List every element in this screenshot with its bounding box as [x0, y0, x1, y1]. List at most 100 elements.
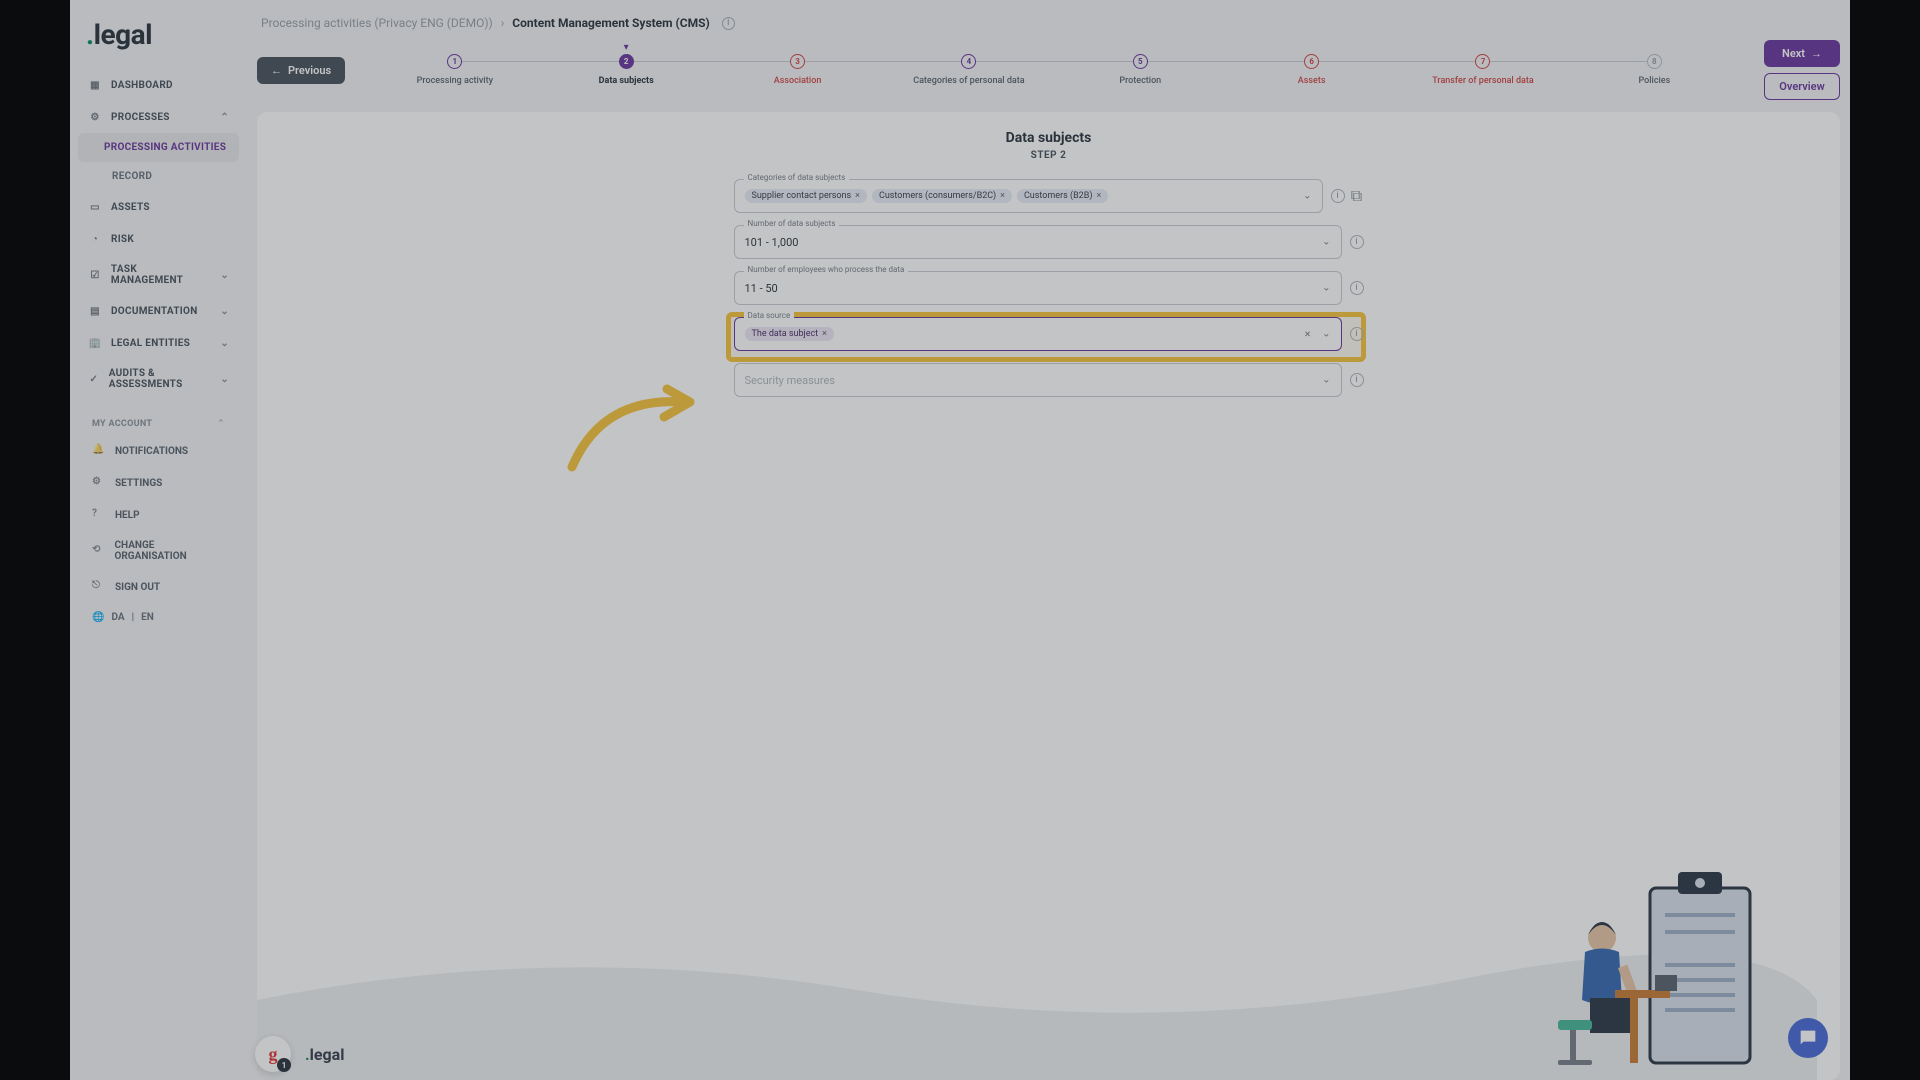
info-icon[interactable]: i — [1331, 189, 1345, 203]
chevron-down-icon[interactable]: ⌄ — [1322, 329, 1330, 340]
chevron-down-icon: ⌄ — [220, 338, 229, 349]
field-label-categories: Categories of data subjects — [744, 173, 850, 182]
nav-processing-activities[interactable]: PROCESSING ACTIVITIES — [78, 133, 239, 162]
info-icon[interactable]: i — [1350, 327, 1364, 341]
footer: g 1 .legal — [255, 1036, 1850, 1072]
dashboard-icon: ▦ — [88, 78, 102, 92]
step-5[interactable]: 5 Protection — [1055, 54, 1226, 86]
tasks-icon: ☑ — [88, 268, 102, 282]
step-8[interactable]: 8 Policies — [1569, 54, 1740, 86]
step-3[interactable]: 3 Association — [712, 54, 883, 86]
arrow-right-icon: → — [1811, 47, 1822, 60]
help-icon: ? — [92, 508, 106, 522]
breadcrumb: Processing activities (Privacy ENG (DEMO… — [257, 10, 1840, 40]
chip-supplier[interactable]: Supplier contact persons× — [745, 189, 867, 203]
nav-processes[interactable]: ⚙ PROCESSES ⌃ — [78, 101, 239, 133]
audits-icon: ✓ — [88, 372, 100, 386]
chevron-down-icon: ⌄ — [220, 374, 229, 385]
chevron-up-icon: ⌃ — [220, 112, 229, 123]
signout-icon: ⎋ — [92, 580, 106, 594]
form-subtitle: STEP 2 — [257, 150, 1840, 161]
risk-icon: ◔ — [88, 232, 102, 246]
nav-notifications[interactable]: 🔔 NOTIFICATIONS — [84, 435, 233, 467]
chip-remove-icon[interactable]: × — [822, 329, 827, 339]
chevron-down-icon[interactable]: ⌄ — [1322, 375, 1330, 386]
step-7[interactable]: 7 Transfer of personal data — [1397, 54, 1568, 86]
breadcrumb-current: Content Management System (CMS) — [512, 16, 709, 30]
step-2[interactable]: ▾ 2 Data subjects — [541, 54, 712, 86]
arrow-left-icon: ← — [271, 64, 282, 77]
switch-icon: ⟲ — [92, 544, 106, 558]
sidebar: .legal ▦ DASHBOARD ⚙ PROCESSES ⌃ PROCESS… — [70, 0, 247, 1080]
chip-remove-icon[interactable]: × — [1000, 191, 1005, 201]
step-6[interactable]: 6 Assets — [1226, 54, 1397, 86]
previous-button[interactable]: ← Previous — [257, 57, 345, 84]
chip-remove-icon[interactable]: × — [855, 191, 860, 201]
nav-legal-entities[interactable]: 🏢 LEGAL ENTITIES ⌄ — [78, 327, 239, 359]
chevron-down-icon[interactable]: ⌄ — [1322, 237, 1330, 248]
info-icon[interactable]: i — [722, 17, 735, 30]
account-section: MY ACCOUNT ⌃ 🔔 NOTIFICATIONS ⚙ SETTINGS … — [78, 407, 239, 638]
account-header: MY ACCOUNT — [92, 419, 152, 429]
nav-change-org[interactable]: ⟲ CHANGE ORGANISATION — [84, 531, 233, 571]
nav-record[interactable]: RECORD — [78, 162, 239, 191]
step-4[interactable]: 4 Categories of personal data — [883, 54, 1054, 86]
chevron-right-icon: › — [501, 16, 505, 30]
num-employees-select[interactable]: 11 - 50 ⌄ — [734, 271, 1342, 305]
chevron-down-icon[interactable]: ⌄ — [1322, 283, 1330, 294]
chip-b2b[interactable]: Customers (B2B)× — [1017, 189, 1108, 203]
footer-badge[interactable]: g 1 — [255, 1036, 291, 1072]
chevron-down-icon[interactable]: ⌄ — [1303, 191, 1311, 202]
language-switch[interactable]: 🌐 DA | EN — [84, 603, 233, 632]
nav-audits[interactable]: ✓ AUDITS & ASSESSMENTS ⌄ — [78, 359, 239, 399]
next-button[interactable]: Next → — [1764, 40, 1840, 67]
chat-button[interactable] — [1788, 1018, 1828, 1058]
nav-risk[interactable]: ◔ RISK — [78, 223, 239, 255]
step-1[interactable]: 1 Processing activity — [369, 54, 540, 86]
main-content: Processing activities (Privacy ENG (DEMO… — [247, 0, 1850, 1080]
stepper: 1 Processing activity ▾ 2 Data subjects … — [355, 54, 1754, 86]
categories-select[interactable]: Supplier contact persons× Customers (con… — [734, 179, 1323, 213]
nav-assets[interactable]: ▭ ASSETS — [78, 191, 239, 223]
assets-icon: ▭ — [88, 200, 102, 214]
data-source-select[interactable]: The data subject× × ⌄ — [734, 317, 1342, 351]
field-label-num-employees: Number of employees who process the data — [744, 265, 909, 274]
footer-logo: .legal — [305, 1045, 344, 1064]
nav-dashboard[interactable]: ▦ DASHBOARD — [78, 69, 239, 101]
chip-data-subject[interactable]: The data subject× — [745, 327, 834, 341]
globe-icon: 🌐 — [92, 612, 104, 623]
info-icon[interactable]: i — [1350, 235, 1364, 249]
chevron-up-icon[interactable]: ⌃ — [217, 419, 225, 429]
field-label-data-source: Data source — [744, 311, 795, 320]
clear-icon[interactable]: × — [1305, 328, 1311, 341]
security-measures-select[interactable]: Security measures ⌄ — [734, 363, 1342, 397]
chip-b2c[interactable]: Customers (consumers/B2C)× — [872, 189, 1012, 203]
content-card: Data subjects STEP 2 Categories of data … — [257, 112, 1840, 1080]
info-icon[interactable]: i — [1350, 281, 1364, 295]
field-label-num-subjects: Number of data subjects — [744, 219, 840, 228]
nav-sign-out[interactable]: ⎋ SIGN OUT — [84, 571, 233, 603]
gear-icon: ⚙ — [92, 476, 106, 490]
chevron-down-icon: ⌄ — [220, 306, 229, 317]
nav-help[interactable]: ? HELP — [84, 499, 233, 531]
num-subjects-select[interactable]: 101 - 1,000 ⌄ — [734, 225, 1342, 259]
overview-button[interactable]: Overview — [1764, 73, 1840, 100]
bell-icon: 🔔 — [92, 444, 106, 458]
legal-entities-icon: 🏢 — [88, 336, 102, 350]
chat-icon — [1797, 1027, 1819, 1049]
form-title: Data subjects — [257, 130, 1840, 146]
processes-icon: ⚙ — [88, 110, 102, 124]
current-marker-icon: ▾ — [624, 42, 629, 53]
logo: .legal — [78, 8, 239, 69]
copy-icon[interactable]: ⧉ — [1350, 189, 1364, 203]
nav-settings[interactable]: ⚙ SETTINGS — [84, 467, 233, 499]
data-source-input[interactable] — [839, 328, 1311, 341]
chip-remove-icon[interactable]: × — [1097, 191, 1102, 201]
nav-documentation[interactable]: ▤ DOCUMENTATION ⌄ — [78, 295, 239, 327]
breadcrumb-parent[interactable]: Processing activities (Privacy ENG (DEMO… — [261, 16, 493, 30]
chevron-down-icon: ⌄ — [220, 270, 229, 281]
nav-task-management[interactable]: ☑ TASK MANAGEMENT ⌄ — [78, 255, 239, 295]
arrow-annotation — [562, 377, 702, 477]
info-icon[interactable]: i — [1350, 373, 1364, 387]
documentation-icon: ▤ — [88, 304, 102, 318]
